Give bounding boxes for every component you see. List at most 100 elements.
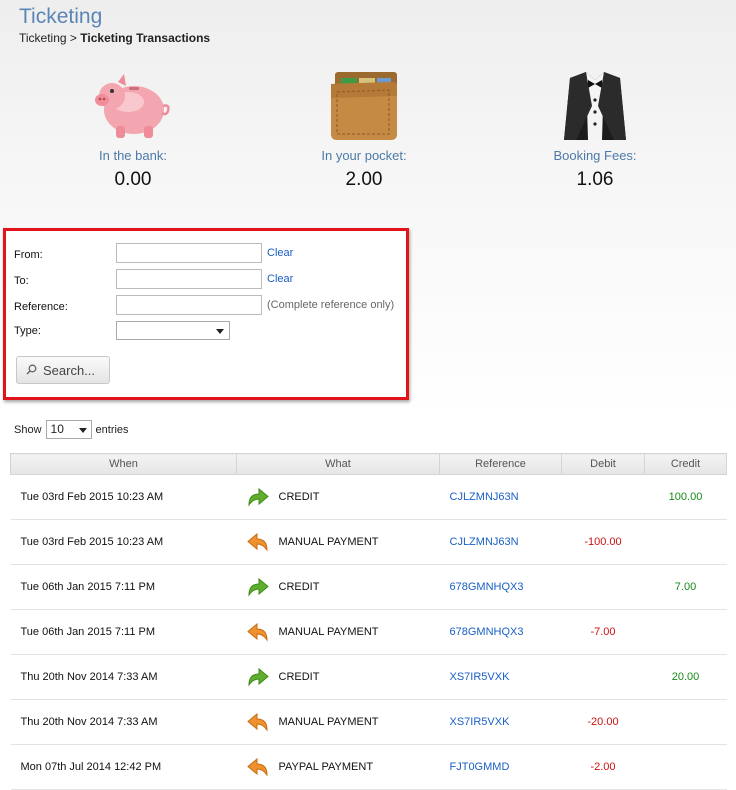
table-header-row: When What Reference Debit Credit — [10, 453, 727, 475]
breadcrumb-current: Ticketing Transactions — [80, 31, 211, 45]
table-row: Thu 20th Nov 2014 7:33 AM CREDIT XS7IR5VXK… — [10, 654, 727, 700]
from-date-input[interactable] — [116, 243, 262, 263]
table-row: Mon 07th Jul 2014 12:42 PM PAYPAL PAYMENT… — [10, 744, 727, 790]
cell-credit — [644, 699, 727, 745]
wallet-icon — [274, 66, 454, 142]
reference-link[interactable]: 678GMNHQX3 — [439, 564, 562, 610]
cell-debit: -100.00 — [561, 519, 645, 565]
to-date-input[interactable] — [116, 269, 262, 289]
search-icon — [26, 363, 37, 378]
stat-pocket-value: 2.00 — [345, 169, 383, 190]
cell-what-label: MANUAL PAYMENT — [278, 536, 379, 548]
cell-when: Tue 03rd Feb 2015 10:23 AM — [10, 519, 237, 565]
cell-what: MANUAL PAYMENT — [236, 699, 440, 745]
reference-link[interactable]: CJLZMNJ63N — [439, 519, 562, 565]
stat-bank-label: In the bank: — [99, 148, 167, 163]
table-row: Tue 06th Jan 2015 7:11 PM MANUAL PAYMENT 6… — [10, 609, 727, 655]
from-label: From: — [14, 249, 43, 261]
credit-arrow-icon — [247, 487, 269, 507]
type-select[interactable] — [116, 321, 230, 340]
column-header-debit[interactable]: Debit — [561, 453, 645, 475]
stat-pocket: In your pocket: 2.00 — [274, 66, 454, 191]
column-header-credit[interactable]: Credit — [644, 453, 727, 475]
chevron-down-icon — [216, 329, 224, 334]
column-header-reference[interactable]: Reference — [439, 453, 562, 475]
cell-when: Thu 20th Nov 2014 7:33 AM — [10, 654, 237, 700]
stat-fees: Booking Fees: 1.06 — [505, 66, 685, 191]
search-button-label: Search... — [43, 362, 96, 378]
cell-credit: 100.00 — [644, 474, 727, 520]
cell-what-label: CREDIT — [278, 491, 320, 503]
entries-label: entries — [95, 423, 129, 436]
cell-what-label: MANUAL PAYMENT — [278, 716, 379, 728]
column-header-when[interactable]: When — [10, 453, 237, 475]
reference-link[interactable]: XS7IR5VXK — [439, 699, 562, 745]
reference-input[interactable] — [116, 295, 262, 315]
reference-link[interactable]: XS7IR5VXK — [439, 654, 562, 700]
breadcrumb-parent[interactable]: Ticketing — [19, 31, 67, 45]
stat-bank: In the bank: 0.00 — [43, 66, 223, 191]
page-length-control: Show 10 entries — [14, 420, 129, 439]
credit-arrow-icon — [247, 577, 269, 597]
stat-fees-value: 1.06 — [576, 169, 614, 190]
cell-credit — [644, 609, 727, 655]
cell-what-label: CREDIT — [278, 581, 320, 593]
reference-hint: (Complete reference only) — [267, 299, 395, 311]
cell-what: PAYPAL PAYMENT — [236, 744, 440, 790]
cell-debit: -20.00 — [561, 699, 645, 745]
cell-debit: -7.00 — [561, 609, 645, 655]
cell-when: Tue 06th Jan 2015 7:11 PM — [10, 609, 237, 655]
cell-when: Tue 03rd Feb 2015 10:23 AM — [10, 474, 237, 520]
cell-what: MANUAL PAYMENT — [236, 609, 440, 655]
breadcrumb: Ticketing > Ticketing Transactions — [19, 31, 210, 45]
payment-arrow-icon — [246, 757, 269, 777]
from-clear-link[interactable]: Clear — [267, 247, 293, 259]
tuxedo-icon — [505, 66, 685, 142]
reference-link[interactable]: 678GMNHQX3 — [439, 609, 562, 655]
show-label: Show — [14, 423, 42, 436]
entries-select-value: 10 — [50, 422, 64, 436]
piggy-bank-icon — [43, 66, 223, 142]
transactions-table: When What Reference Debit Credit Tue 03r… — [10, 453, 727, 790]
cell-when: Thu 20th Nov 2014 7:33 AM — [10, 699, 237, 745]
stat-bank-value: 0.00 — [114, 169, 152, 190]
table-row: Tue 06th Jan 2015 7:11 PM CREDIT 678GMNHQX… — [10, 564, 727, 610]
credit-arrow-icon — [247, 667, 269, 687]
payment-arrow-icon — [246, 532, 269, 552]
to-label: To: — [14, 275, 29, 287]
cell-when: Mon 07th Jul 2014 12:42 PM — [10, 744, 237, 790]
cell-when: Tue 06th Jan 2015 7:11 PM — [10, 564, 237, 610]
cell-what-label: MANUAL PAYMENT — [278, 626, 379, 638]
to-clear-link[interactable]: Clear — [267, 273, 293, 285]
cell-credit: 7.00 — [644, 564, 727, 610]
breadcrumb-separator: > — [69, 31, 77, 45]
column-header-what[interactable]: What — [236, 453, 440, 475]
cell-credit: 20.00 — [644, 654, 727, 700]
cell-what: CREDIT — [236, 654, 440, 700]
cell-debit: -2.00 — [561, 744, 645, 790]
cell-debit — [561, 654, 645, 700]
reference-link[interactable]: FJT0GMMD — [439, 744, 562, 790]
cell-credit — [644, 519, 727, 565]
stat-fees-label: Booking Fees: — [553, 148, 637, 163]
table-row: Tue 03rd Feb 2015 10:23 AM MANUAL PAYMENT… — [10, 519, 727, 565]
table-row: Thu 20th Nov 2014 7:33 AM MANUAL PAYMENT X… — [10, 699, 727, 745]
table-row: Tue 03rd Feb 2015 10:23 AM CREDIT CJLZMNJ6… — [10, 474, 727, 520]
cell-what-label: PAYPAL PAYMENT — [278, 761, 374, 773]
cell-credit — [644, 744, 727, 790]
chevron-down-icon — [78, 428, 87, 433]
entries-select[interactable]: 10 — [45, 420, 92, 439]
payment-arrow-icon — [246, 712, 269, 732]
payment-arrow-icon — [246, 622, 269, 642]
reference-label: Reference: — [14, 301, 68, 313]
cell-what: CREDIT — [236, 564, 440, 610]
cell-what-label: CREDIT — [278, 671, 320, 683]
stat-pocket-label: In your pocket: — [321, 148, 407, 163]
page-title: Ticketing — [19, 5, 103, 28]
search-button[interactable]: Search... — [16, 356, 110, 384]
filter-panel: From: Clear To: Clear Reference: (Comple… — [3, 228, 409, 400]
cell-debit — [561, 564, 645, 610]
cell-debit — [561, 474, 645, 520]
cell-what: MANUAL PAYMENT — [236, 519, 440, 565]
reference-link[interactable]: CJLZMNJ63N — [439, 474, 562, 520]
